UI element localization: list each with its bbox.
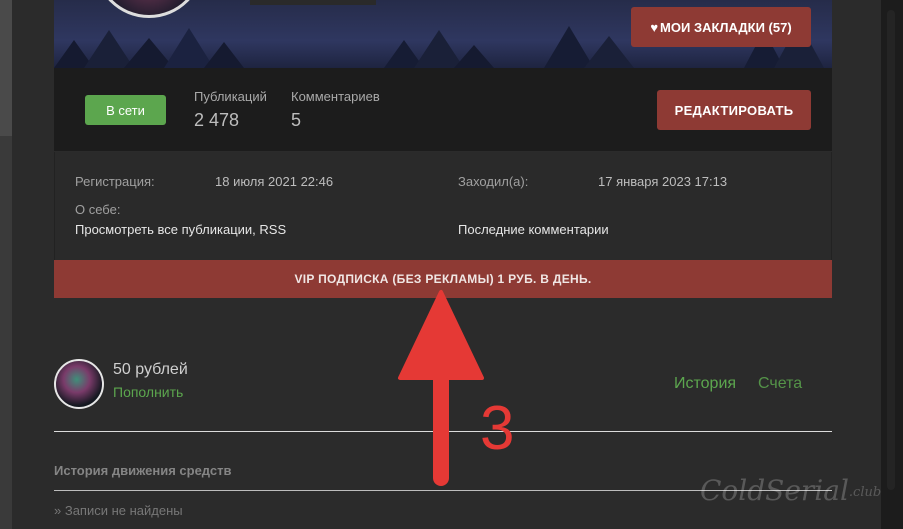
- page: ♥ МОИ ЗАКЛАДКИ (57) В сети Публикаций 2 …: [0, 0, 903, 529]
- step-number: 3: [480, 394, 515, 463]
- annotation-arrow-icon: [398, 290, 484, 486]
